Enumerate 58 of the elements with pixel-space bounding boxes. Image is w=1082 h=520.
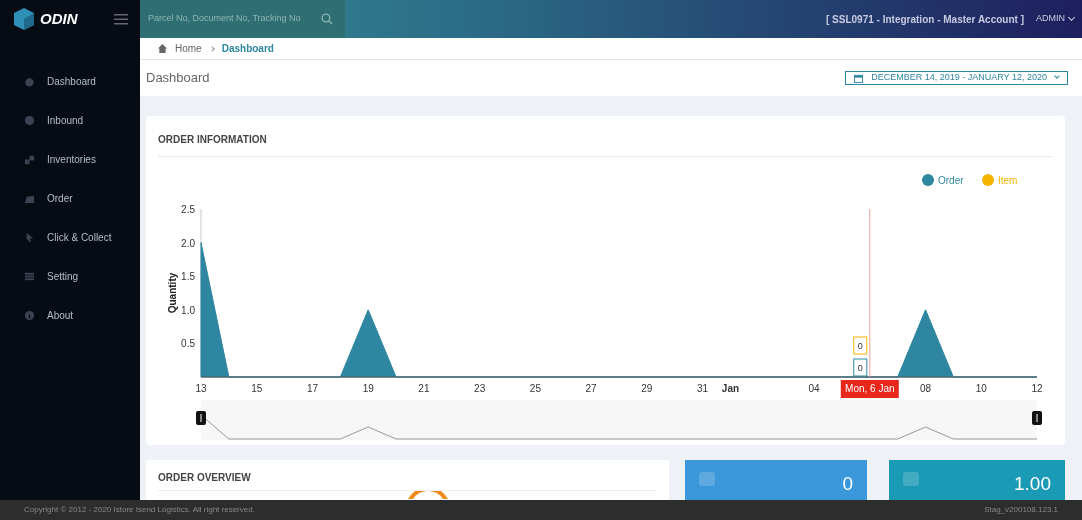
axis-title: Quantity: [167, 272, 178, 314]
axis-tick-label: 04: [808, 383, 820, 394]
axis-tick-label: 10: [975, 383, 987, 394]
axis-tick-label: 27: [585, 383, 597, 394]
home-icon: [158, 44, 167, 53]
info-icon: [24, 309, 35, 321]
tooltip-value: 0: [853, 358, 868, 377]
axis-tick-label: 19: [362, 383, 374, 394]
search-field[interactable]: Parcel No, Document No, Tracking No: [148, 12, 313, 26]
axis-tick-label: 12: [1031, 383, 1043, 394]
sidebar-item[interactable]: Dashboard: [0, 72, 140, 90]
date-range-picker[interactable]: DECEMBER 14, 2019 - JANUARY 12, 2020: [845, 71, 1068, 85]
date-tooltip: Mon, 6 Jan: [840, 380, 899, 398]
axis-tick-label: 08: [919, 383, 932, 394]
axis-tick-label: Jan: [721, 383, 740, 394]
axis-tick-label: 2.5: [181, 204, 195, 215]
breadcrumb-link[interactable]: Home: [175, 41, 202, 56]
pointer-icon: [24, 231, 35, 243]
tooltip-value: 0: [853, 336, 868, 355]
version-text: Stag_v200108.123.1: [984, 504, 1058, 516]
axis-tick-label: 1.5: [181, 271, 195, 283]
axis-tick-label: 23: [474, 383, 486, 394]
sidebar-item[interactable]: Setting: [0, 267, 140, 285]
page-title: Dashboard: [146, 69, 210, 88]
axis-tick-label: 17: [306, 383, 319, 394]
card-title: ORDER OVERVIEW: [158, 471, 252, 485]
axis-tick-label: 29: [641, 383, 653, 394]
cube-logo-icon: [12, 7, 36, 31]
sidebar-item[interactable]: Inventories: [0, 150, 140, 168]
axis-tick-label: 25: [529, 383, 541, 394]
stat-value: 1.00: [1014, 471, 1051, 496]
axis-tick-label: 2.0: [181, 237, 195, 249]
range-handle[interactable]: [1032, 411, 1042, 425]
stat-value: 0: [842, 471, 854, 496]
copyright-text: Copyright © 2012 - 2020 Istore Isend Logistics. All right reserved.: [24, 504, 255, 516]
menu-icon[interactable]: [114, 13, 128, 25]
sidebar-item[interactable]: Order: [0, 189, 140, 207]
calendar-icon: [854, 73, 864, 83]
axis-tick-label: 1.0: [181, 304, 195, 316]
breadcrumb-link[interactable]: Dashboard: [221, 41, 274, 56]
search-icon[interactable]: [321, 13, 333, 25]
axis-tick-label: 0.5: [181, 338, 195, 350]
legend-label: Order: [938, 175, 964, 186]
account-label: [ SSL0971 - Integration - Master Account ]: [826, 12, 1024, 27]
logo-text: ODIN: [40, 8, 78, 29]
sidebar-item[interactable]: Inbound: [0, 111, 140, 129]
sidebar-item[interactable]: About: [0, 306, 140, 324]
axis-tick-label: 15: [251, 383, 263, 394]
axis-tick-label: 31: [697, 383, 709, 394]
sidebar-item[interactable]: Click & Collect: [0, 228, 140, 246]
card-title: ORDER INFORMATION: [158, 134, 267, 145]
legend-label: Item: [998, 175, 1018, 186]
range-handle[interactable]: [196, 411, 206, 425]
search-bar[interactable]: Parcel No, Document No, Tracking No: [140, 0, 345, 38]
user-menu[interactable]: ADMIN: [1036, 12, 1074, 26]
axis-tick-label: 21: [418, 383, 430, 394]
axis-tick-label: 13: [195, 383, 207, 394]
menu-icon: [24, 270, 35, 282]
